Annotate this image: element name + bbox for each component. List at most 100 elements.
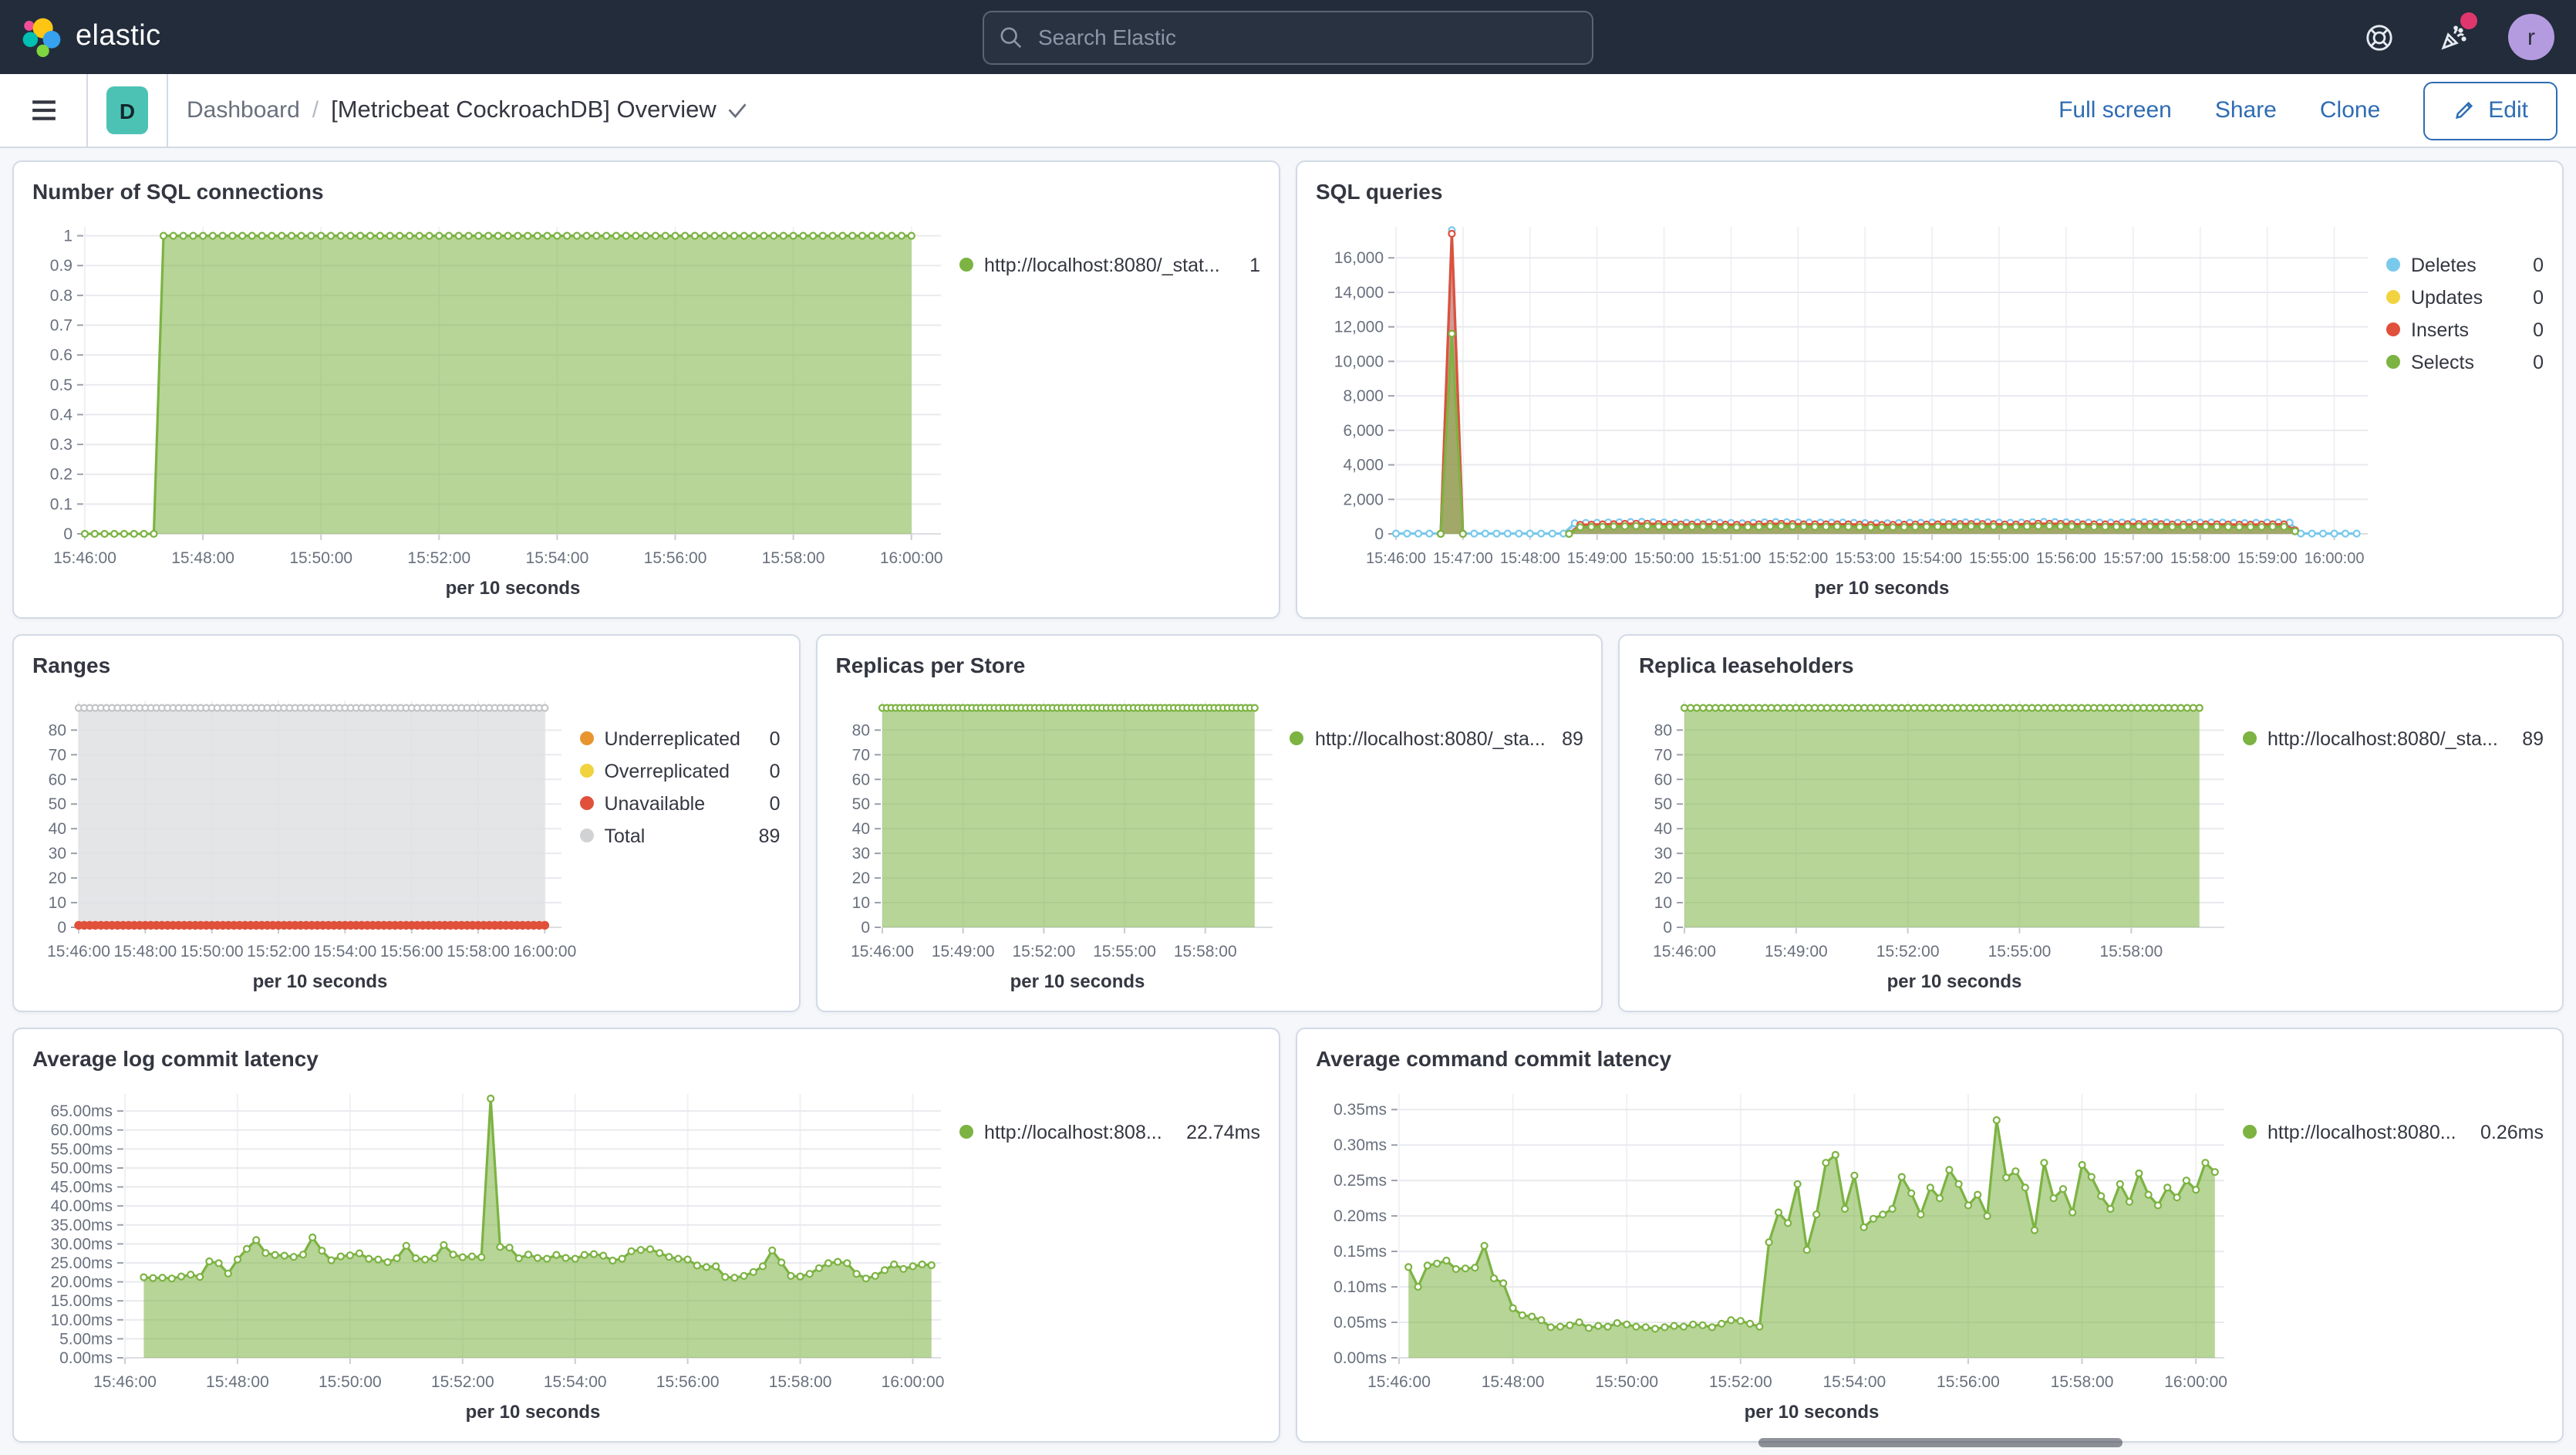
svg-text:15:55:00: 15:55:00 [1093,943,1156,960]
elastic-logo-icon [22,17,62,57]
legend-value: 0 [770,792,781,814]
chart-average-command-commit-latency[interactable]: 0.35ms0.30ms0.25ms0.20ms0.15ms0.10ms0.05… [1316,1072,2243,1435]
svg-text:15:57:00: 15:57:00 [2103,550,2163,567]
chart-sql-connections[interactable]: 10.90.80.70.60.50.40.30.20.1015:46:0015:… [32,205,959,611]
pencil-icon [2453,99,2476,122]
svg-text:15:58:00: 15:58:00 [762,549,825,567]
svg-text:15.00ms: 15.00ms [50,1292,113,1310]
legend-item[interactable]: http://localhost:8080/_sta... 89 [2243,722,2544,755]
global-header: elastic [0,0,2576,74]
dashboard-grid: Number of SQL connections 10.90.80.70.60… [0,148,2576,1455]
svg-text:80: 80 [1655,721,1673,739]
svg-text:15:52:00: 15:52:00 [247,943,310,960]
panel-title[interactable]: Ranges [32,651,780,679]
series-dot-icon [579,796,593,810]
svg-text:16:00:00: 16:00:00 [882,1373,945,1391]
svg-text:15:52:00: 15:52:00 [431,1373,494,1391]
legend-item[interactable]: http://localhost:808... 22.74ms [959,1116,1260,1148]
chart-legend: http://localhost:808... 22.74ms [959,1072,1260,1435]
svg-text:per 10 seconds: per 10 seconds [446,578,581,599]
chart-ranges[interactable]: 8070605040302010015:46:0015:48:0015:50:0… [32,679,579,1004]
space-badge[interactable]: D [106,86,148,134]
clone-button[interactable]: Clone [2320,97,2380,123]
user-avatar[interactable]: r [2508,14,2554,60]
panel-number-of-sql-connections: Number of SQL connections 10.90.80.70.60… [12,160,1280,619]
legend-item[interactable]: Inserts 0 [2386,313,2544,346]
share-button[interactable]: Share [2215,97,2277,123]
chart-legend: http://localhost:8080/_stat... 1 [959,205,1260,611]
panel-title[interactable]: Replica leaseholders [1639,651,2544,679]
svg-text:15:58:00: 15:58:00 [2170,550,2230,567]
svg-text:0.15ms: 0.15ms [1334,1243,1387,1261]
svg-text:15:58:00: 15:58:00 [1173,943,1236,960]
legend-value: 0 [2533,254,2544,275]
legend-item[interactable]: Deletes 0 [2386,248,2544,281]
panel-replicas-per-store: Replicas per Store 8070605040302010015:4… [815,634,1603,1012]
breadcrumb-dashboard-link[interactable]: Dashboard [187,97,300,123]
panel-title[interactable]: Average log commit latency [32,1045,1260,1072]
svg-text:14,000: 14,000 [1334,284,1384,302]
legend-item[interactable]: Underreplicated 0 [579,722,780,755]
svg-text:15:46:00: 15:46:00 [1366,550,1426,567]
dashboard-toolbar: D Dashboard / [Metricbeat CockroachDB] O… [0,74,2576,148]
legend-value: 0 [2533,319,2544,340]
legend-item[interactable]: Updates 0 [2386,281,2544,313]
svg-text:15:48:00: 15:48:00 [1500,550,1560,567]
svg-text:15:59:00: 15:59:00 [2237,550,2298,567]
toolbar-divider [167,74,168,147]
svg-text:16:00:00: 16:00:00 [514,943,577,960]
search-input[interactable] [1035,23,1576,51]
svg-text:0: 0 [1374,525,1384,543]
svg-text:0.1: 0.1 [50,495,72,513]
svg-text:50: 50 [1655,795,1673,813]
legend-label: Inserts [2411,319,2522,340]
chart-replicas-per-store[interactable]: 8070605040302010015:46:0015:49:0015:52:0… [835,679,1290,1004]
svg-text:per 10 seconds: per 10 seconds [466,1402,601,1423]
full-screen-button[interactable]: Full screen [2058,97,2172,123]
svg-text:70: 70 [1655,746,1673,764]
svg-text:0.00ms: 0.00ms [1334,1349,1387,1367]
legend-label: Underreplicated [604,728,758,749]
svg-text:20: 20 [49,869,66,887]
svg-text:0: 0 [1664,919,1673,937]
svg-text:1: 1 [63,228,72,245]
chart-sql-queries[interactable]: 16,00014,00012,00010,0008,0006,0004,0002… [1316,205,2386,611]
chart-replica-leaseholders[interactable]: 8070605040302010015:46:0015:49:0015:52:0… [1639,679,2243,1004]
nav-menu-button[interactable] [19,86,68,135]
legend-label: Selects [2411,351,2522,373]
edit-button[interactable]: Edit [2423,81,2557,140]
horizontal-scrollbar-thumb[interactable] [1758,1438,2123,1447]
help-button[interactable] [2360,19,2397,56]
svg-text:15:50:00: 15:50:00 [1634,550,1694,567]
svg-text:10: 10 [1655,894,1673,912]
page-title[interactable]: [Metricbeat CockroachDB] Overview [331,96,749,124]
panel-average-command-commit-latency: Average command commit latency 0.35ms0.3… [1296,1028,2564,1443]
svg-text:0: 0 [63,525,72,543]
panel-title[interactable]: Average command commit latency [1316,1045,2544,1072]
svg-text:35.00ms: 35.00ms [50,1217,113,1234]
legend-item[interactable]: http://localhost:8080/_sta... 89 [1290,722,1583,755]
panel-title[interactable]: Number of SQL connections [32,177,1260,205]
svg-text:0.7: 0.7 [50,317,72,335]
svg-text:40: 40 [49,820,66,838]
legend-item[interactable]: Total 89 [579,819,780,852]
global-search[interactable] [983,10,1593,64]
panel-title[interactable]: Replicas per Store [835,651,1583,679]
panel-title[interactable]: SQL queries [1316,177,2544,205]
edit-button-label: Edit [2488,97,2528,123]
svg-text:15:48:00: 15:48:00 [206,1373,269,1391]
legend-item[interactable]: Selects 0 [2386,346,2544,378]
svg-text:15:50:00: 15:50:00 [319,1373,382,1391]
chart-average-log-commit-latency[interactable]: 65.00ms60.00ms55.00ms50.00ms45.00ms40.00… [32,1072,959,1435]
svg-text:15:47:00: 15:47:00 [1433,550,1493,567]
svg-text:15:49:00: 15:49:00 [1567,550,1627,567]
svg-text:70: 70 [49,746,66,764]
legend-item[interactable]: http://localhost:8080/_stat... 1 [959,248,1260,281]
legend-item[interactable]: http://localhost:8080... 0.26ms [2243,1116,2544,1148]
elastic-logo[interactable]: elastic [22,17,161,57]
legend-item[interactable]: Unavailable 0 [579,787,780,819]
svg-text:15:56:00: 15:56:00 [380,943,443,960]
legend-item[interactable]: Overreplicated 0 [579,755,780,787]
news-feed-button[interactable] [2434,19,2471,56]
chart-legend: Deletes 0 Updates 0 Inserts 0 [2386,205,2544,611]
